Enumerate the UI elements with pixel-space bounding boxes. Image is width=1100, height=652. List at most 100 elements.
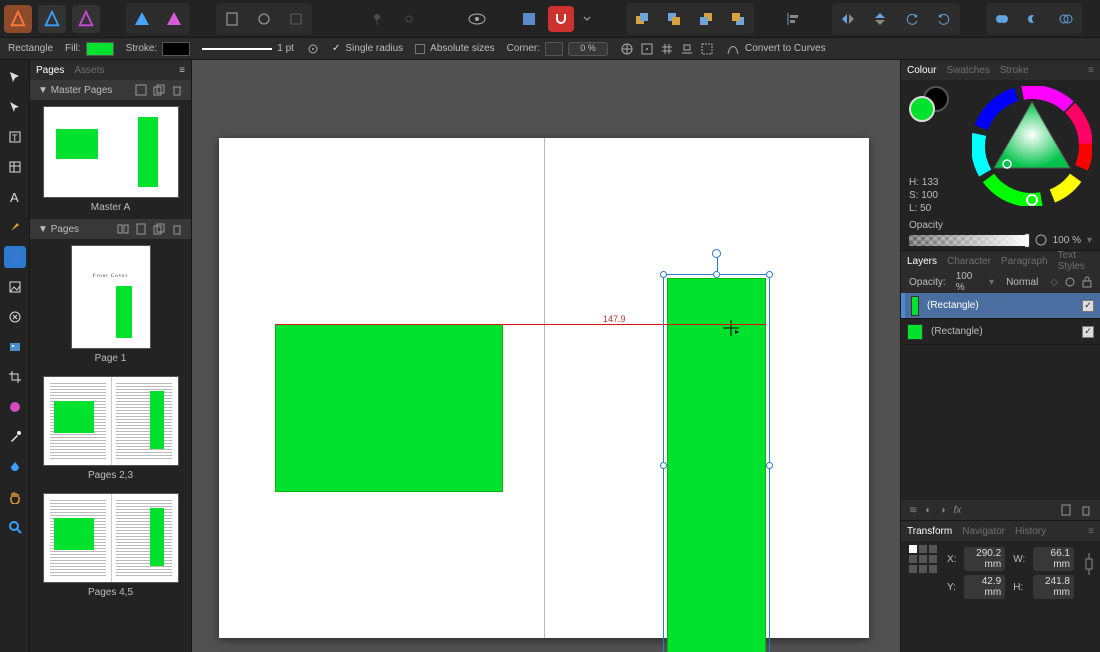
arrange-back-icon[interactable] [725, 6, 751, 32]
eyedropper-tool-icon[interactable] [4, 426, 26, 448]
fill-tool-icon[interactable] [4, 396, 26, 418]
panel-menu-icon[interactable]: ≡ [179, 65, 185, 76]
layer-gear-icon[interactable] [1064, 276, 1076, 288]
spread[interactable]: 147.9 [219, 138, 869, 638]
persona-publisher-icon[interactable] [129, 6, 155, 32]
arrange-backward-icon[interactable] [693, 6, 719, 32]
corner-percent-field[interactable]: 0 % [568, 42, 608, 56]
tab-paragraph[interactable]: Paragraph [1001, 256, 1048, 267]
delete-master-icon[interactable] [171, 84, 183, 96]
noise-toggle-icon[interactable] [1035, 234, 1047, 246]
crop-tool-icon[interactable] [4, 366, 26, 388]
handle-tm[interactable] [713, 271, 720, 278]
boolean-subtract-icon[interactable] [1021, 6, 1047, 32]
w-field[interactable]: 66.1 mm [1033, 547, 1074, 571]
transparency-tool-icon[interactable] [4, 456, 26, 478]
artistic-text-tool-icon[interactable]: A [4, 186, 26, 208]
rotation-handle[interactable] [712, 249, 721, 258]
arrange-forward-icon[interactable] [661, 6, 687, 32]
new-document-icon[interactable] [219, 6, 245, 32]
baseline-icon[interactable] [680, 42, 694, 56]
page-thumb-1[interactable]: Front Cover Page 1 [30, 239, 191, 370]
app-designer-icon[interactable] [38, 5, 66, 33]
circle-tool-icon[interactable] [251, 6, 277, 32]
handle-ml[interactable] [660, 462, 667, 469]
tab-history[interactable]: History [1015, 526, 1046, 537]
single-radius-toggle[interactable]: ✓Single radius [332, 43, 403, 54]
tab-character[interactable]: Character [947, 256, 991, 267]
boolean-intersect-icon[interactable] [1053, 6, 1079, 32]
convert-to-curves-button[interactable]: Convert to Curves [726, 42, 826, 56]
rectangle-tool-icon[interactable] [4, 246, 26, 268]
rectangle-shape-left[interactable] [275, 324, 503, 492]
colour-wheel[interactable] [972, 86, 1092, 206]
rotate-ccw-icon[interactable] [899, 6, 925, 32]
grid-icon[interactable] [660, 42, 674, 56]
snap-grid-icon[interactable] [516, 6, 542, 32]
pages-section-header[interactable]: ▼ Pages [30, 219, 191, 239]
context-gear-icon[interactable] [306, 42, 320, 56]
adjustment-icon[interactable]: ◑ [939, 505, 945, 516]
tab-navigator[interactable]: Navigator [962, 526, 1005, 537]
align-geometry-icon[interactable] [620, 42, 634, 56]
handle-mr[interactable] [766, 462, 773, 469]
layer-row[interactable]: (Rectangle) ✓ [901, 293, 1100, 319]
opacity-slider[interactable] [909, 235, 1029, 246]
page-thumb-2-3[interactable]: Pages 2,3 [30, 370, 191, 487]
place-image-tool-icon[interactable] [4, 336, 26, 358]
h-field[interactable]: 241.8 mm [1033, 575, 1074, 599]
layers-stack-icon[interactable]: ≋ [909, 505, 917, 516]
rotate-cw-icon[interactable] [931, 6, 957, 32]
show-bounds-icon[interactable] [700, 42, 714, 56]
pan-tool-icon[interactable] [4, 486, 26, 508]
stroke-width-value[interactable]: 1 pt [277, 43, 294, 54]
tab-swatches[interactable]: Swatches [946, 65, 989, 76]
align-left-icon[interactable] [780, 6, 806, 32]
rectangle-shape-right[interactable] [667, 278, 766, 652]
tab-colour[interactable]: Colour [907, 65, 936, 76]
tab-transform[interactable]: Transform [907, 526, 952, 537]
move-tool-icon[interactable] [4, 66, 26, 88]
layer-row[interactable]: (Rectangle) ✓ [901, 319, 1100, 345]
opacity-value[interactable]: 100 % [1053, 235, 1081, 246]
square-tool-icon[interactable] [283, 6, 309, 32]
fg-bg-swatches[interactable] [909, 86, 953, 130]
table-tool-icon[interactable] [4, 156, 26, 178]
delete-page-icon[interactable] [171, 223, 183, 235]
magnet-snap-icon[interactable] [548, 6, 574, 32]
flip-vertical-icon[interactable] [867, 6, 893, 32]
absolute-sizes-toggle[interactable]: Absolute sizes [415, 43, 494, 54]
fill-swatch[interactable] [86, 42, 114, 56]
transform-panel-menu-icon[interactable]: ≡ [1088, 526, 1094, 537]
picture-frame-tool-icon[interactable] [4, 276, 26, 298]
layer-opacity-value[interactable]: 100 % [956, 271, 983, 293]
persona-photo-icon[interactable] [161, 6, 187, 32]
delete-layer-icon[interactable] [1080, 504, 1092, 516]
layer-visible-checkbox[interactable]: ✓ [1082, 300, 1094, 312]
flip-horizontal-icon[interactable] [835, 6, 861, 32]
app-publisher-icon[interactable] [4, 5, 32, 33]
fx-icon[interactable]: fx [953, 505, 961, 516]
facing-pages-icon[interactable] [117, 223, 129, 235]
duplicate-master-icon[interactable] [153, 84, 165, 96]
pin-icon[interactable] [364, 6, 390, 32]
stroke-width-slider[interactable] [202, 48, 272, 50]
y-field[interactable]: 42.9 mm [964, 575, 1005, 599]
add-master-icon[interactable] [135, 84, 147, 96]
handle-tr[interactable] [766, 271, 773, 278]
duplicate-page-icon[interactable] [153, 223, 165, 235]
layer-lock-icon[interactable] [1082, 276, 1092, 288]
frame-text-tool-icon[interactable]: T [4, 126, 26, 148]
anchor-picker[interactable] [909, 545, 937, 573]
colour-panel-menu-icon[interactable]: ≡ [1088, 65, 1094, 76]
add-page-icon[interactable] [135, 223, 147, 235]
mask-icon[interactable]: ◐ [925, 505, 931, 516]
zoom-tool-icon[interactable] [4, 516, 26, 538]
arrange-front-icon[interactable] [629, 6, 655, 32]
stroke-swatch[interactable] [162, 42, 190, 56]
page-thumb-4-5[interactable]: Pages 4,5 [30, 487, 191, 604]
tab-pages[interactable]: Pages [36, 65, 64, 76]
lock-aspect-icon[interactable] [1084, 541, 1100, 577]
handle-tl[interactable] [660, 271, 667, 278]
link-icon[interactable] [396, 6, 422, 32]
